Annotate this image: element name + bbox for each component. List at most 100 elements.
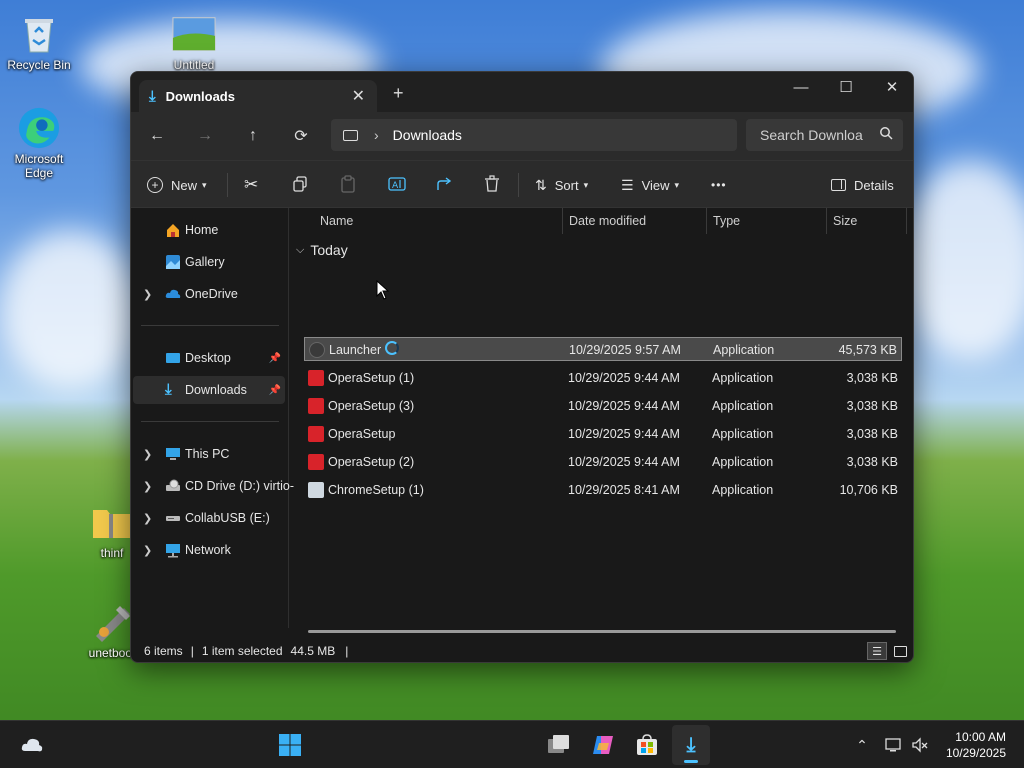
file-size: 45,573 KB — [838, 343, 897, 357]
sidebar-item-home[interactable]: Home — [133, 216, 285, 244]
file-name: OperaSetup — [328, 427, 396, 441]
column-divider[interactable] — [906, 208, 907, 234]
table-row[interactable]: ChromeSetup (1) 10/29/2025 8:41 AM Appli… — [304, 478, 902, 502]
desktop-icon-recycle-bin[interactable]: Recycle Bin — [1, 12, 77, 72]
taskbar-clock[interactable]: 10:00 AM 10/29/2025 — [946, 729, 1006, 761]
tiles-view-toggle-icon[interactable] — [891, 642, 909, 660]
file-name: ChromeSetup (1) — [328, 483, 424, 497]
copy-button[interactable] — [292, 173, 308, 197]
more-options-button[interactable]: ••• — [711, 173, 727, 197]
tab-title: Downloads — [165, 88, 235, 104]
microsoft-store-icon[interactable] — [633, 731, 661, 759]
cut-button[interactable]: ✂ — [244, 173, 258, 197]
minimize-button[interactable]: — — [778, 72, 824, 102]
horizontal-scrollbar[interactable] — [308, 630, 896, 633]
column-header-name[interactable]: Name — [320, 208, 353, 234]
show-hidden-icons-chevron-icon[interactable]: ⌃ — [848, 731, 876, 759]
breadcrumb-separator: › — [374, 127, 379, 143]
column-header-size[interactable]: Size — [833, 208, 857, 234]
svg-text:A: A — [392, 181, 399, 191]
rename-button[interactable]: A — [388, 173, 406, 197]
details-view-toggle-icon[interactable]: ☰ — [867, 642, 887, 660]
column-header-type[interactable]: Type — [713, 208, 740, 234]
paste-button[interactable] — [340, 173, 356, 197]
taskbar: ⤓ ⌃ 10:00 AM 10/29/2025 — [0, 720, 1024, 768]
close-button[interactable]: ✕ — [869, 72, 913, 102]
table-row[interactable]: OperaSetup (2) 10/29/2025 9:44 AM Applic… — [304, 450, 902, 474]
column-divider[interactable] — [706, 208, 707, 234]
file-size: 10,706 KB — [839, 483, 898, 497]
zip-folder-icon — [90, 500, 134, 544]
table-row[interactable]: OperaSetup (1) 10/29/2025 9:44 AM Applic… — [304, 366, 902, 390]
file-type: Application — [712, 371, 774, 385]
start-button[interactable] — [276, 731, 304, 759]
refresh-button[interactable]: ⟳ — [288, 124, 314, 148]
tab-close-icon[interactable]: ✕ — [352, 86, 365, 106]
back-button[interactable]: ← — [144, 124, 170, 148]
forward-button[interactable]: → — [192, 124, 218, 148]
sidebar-item-gallery[interactable]: Gallery — [133, 248, 285, 276]
new-button[interactable]: + New ▾ — [147, 173, 207, 197]
rename-icon: A — [388, 175, 406, 196]
weather-widget-icon[interactable] — [18, 731, 46, 759]
delete-button[interactable] — [484, 173, 500, 197]
plus-circle-icon: + — [147, 177, 163, 193]
cloud-icon — [165, 286, 181, 302]
new-tab-button[interactable]: + — [393, 83, 404, 104]
address-bar[interactable]: › Downloads — [331, 119, 737, 151]
chevron-down-icon: ▾ — [583, 179, 589, 190]
trash-icon — [484, 174, 500, 196]
sidebar-item-onedrive[interactable]: ❯ OneDrive — [133, 280, 285, 308]
pin-icon[interactable]: 📌 — [269, 385, 281, 396]
chevron-right-icon[interactable]: ❯ — [143, 480, 152, 493]
file-explorer-taskbar-button[interactable]: ⤓ — [672, 725, 710, 765]
column-divider[interactable] — [562, 208, 563, 234]
up-button[interactable]: ↑ — [240, 124, 266, 148]
group-header-today[interactable]: ⌵ Today — [296, 242, 348, 258]
breadcrumb-downloads[interactable]: Downloads — [393, 127, 462, 143]
view-icon: ☰ — [621, 176, 634, 193]
network-status-icon[interactable] — [880, 731, 908, 759]
chevron-right-icon[interactable]: ❯ — [143, 512, 152, 525]
search-input[interactable]: Search Downloa — [746, 119, 903, 151]
sidebar-item-desktop[interactable]: Desktop 📌 — [133, 344, 285, 372]
toolbar-divider — [518, 173, 519, 197]
table-row[interactable]: OperaSetup 10/29/2025 9:44 AM Applicatio… — [304, 422, 902, 446]
opera-installer-icon — [308, 398, 324, 414]
desktop-icon-untitled[interactable]: Untitled — [156, 12, 232, 72]
column-divider[interactable] — [826, 208, 827, 234]
file-name: OperaSetup (1) — [328, 371, 415, 385]
tab-downloads[interactable]: ⤓ Downloads ✕ — [139, 80, 377, 112]
new-label: New — [171, 177, 198, 193]
sidebar-item-collabusb[interactable]: ❯ CollabUSB (E:) — [133, 504, 285, 532]
view-button[interactable]: ☰ View ▾ — [621, 173, 679, 197]
file-name: OperaSetup (3) — [328, 399, 415, 413]
chevron-right-icon[interactable]: ❯ — [143, 448, 152, 461]
sidebar-item-this-pc[interactable]: ❯ This PC — [133, 440, 285, 468]
sidebar-item-network[interactable]: ❯ Network — [133, 536, 285, 564]
edge-icon — [17, 106, 61, 150]
volume-muted-icon[interactable] — [906, 731, 934, 759]
desktop-icon-edge[interactable]: Microsoft Edge — [1, 106, 77, 180]
chevron-right-icon[interactable]: ❯ — [143, 544, 152, 557]
task-view-icon[interactable] — [545, 731, 573, 759]
details-button[interactable]: Details — [831, 173, 894, 197]
title-bar: ⤓ Downloads ✕ + — ☐ ✕ — [131, 72, 913, 112]
sidebar-item-downloads[interactable]: ⤓ Downloads 📌 — [133, 376, 285, 404]
sidebar-item-label: CollabUSB (E:) — [185, 511, 270, 525]
chevron-right-icon[interactable]: ❯ — [143, 288, 152, 301]
sidebar-item-label: This PC — [185, 447, 230, 461]
chevron-down-icon: ▾ — [202, 179, 207, 190]
share-button[interactable] — [436, 173, 454, 197]
copilot-icon[interactable] — [589, 731, 617, 759]
pin-icon[interactable]: 📌 — [269, 353, 281, 364]
command-bar: + New ▾ ✂ A ⇅ Sort ▾ ☰ View ▾ ••• Detail… — [131, 160, 913, 208]
table-row[interactable]: Launcher 10/29/2025 9:57 AM Application … — [304, 337, 902, 361]
sort-button[interactable]: ⇅ Sort ▾ — [535, 173, 588, 197]
maximize-button[interactable]: ☐ — [823, 72, 869, 102]
chevron-down-icon: ⌵ — [296, 243, 305, 256]
sidebar-item-cd-drive[interactable]: ❯ CD Drive (D:) virtio- — [133, 472, 294, 500]
table-row[interactable]: OperaSetup (3) 10/29/2025 9:44 AM Applic… — [304, 394, 902, 418]
search-icon — [879, 126, 893, 143]
column-header-date[interactable]: Date modified — [569, 208, 646, 234]
